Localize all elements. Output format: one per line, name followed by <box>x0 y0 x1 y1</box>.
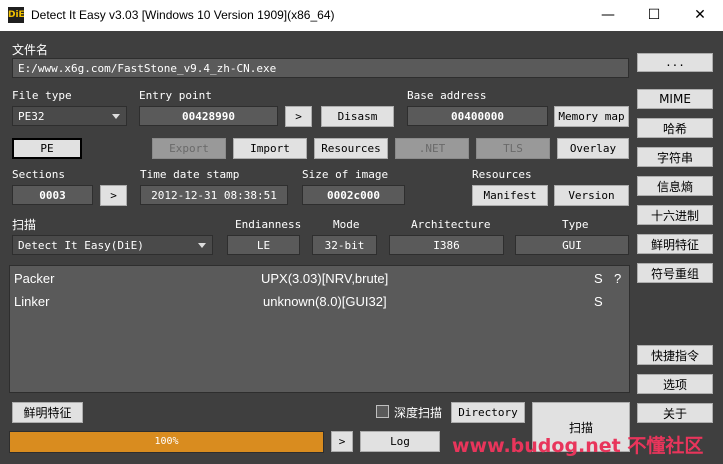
import-button[interactable]: Import <box>233 138 307 159</box>
endianness-field: LE <box>227 235 300 255</box>
base-address-field[interactable]: 00400000 <box>407 106 548 126</box>
hash-button[interactable]: 哈希 <box>637 118 713 138</box>
pe-button[interactable]: PE <box>12 138 82 159</box>
close-button[interactable]: ✕ <box>677 0 723 31</box>
disasm-button[interactable]: Disasm <box>321 106 394 127</box>
window-title: Detect It Easy v3.03 [Windows 10 Version… <box>31 8 335 22</box>
result-info[interactable]: ? <box>614 271 621 286</box>
entry-point-label: Entry point <box>139 89 212 102</box>
chevron-down-icon <box>198 243 206 248</box>
watermark-text: www.budog.net 不懂社区 <box>452 435 704 457</box>
endianness-label: Endianness <box>235 218 302 231</box>
file-type-select[interactable]: PE32 <box>12 106 127 126</box>
base-address-label: Base address <box>407 89 487 102</box>
file-path-field[interactable]: E:/www.x6g.com/FastStone_v9.4_zh-CN.exe <box>12 58 629 78</box>
deep-scan-label: 深度扫描 <box>394 406 443 420</box>
shortcuts-button[interactable]: 快捷指令 <box>637 345 713 365</box>
chevron-down-icon <box>112 114 120 119</box>
hex-button[interactable]: 十六进制 <box>637 205 713 225</box>
architecture-label: Architecture <box>411 218 491 231</box>
strings-button[interactable]: 字符串 <box>637 147 713 167</box>
result-value: UPX(3.03)[NRV,brute] <box>261 271 389 286</box>
entry-point-field[interactable]: 00428990 <box>139 106 278 126</box>
version-button[interactable]: Version <box>554 185 629 206</box>
size-of-image-field[interactable]: 0002c000 <box>302 185 405 205</box>
about-button[interactable]: 关于 <box>637 403 713 423</box>
time-date-stamp-field[interactable]: 2012-12-31 08:38:51 <box>140 185 288 205</box>
result-flag[interactable]: S <box>594 294 603 309</box>
dotnet-button[interactable]: .NET <box>395 138 469 159</box>
size-of-image-label: Size of image <box>302 168 389 181</box>
overlay-button[interactable]: Overlay <box>557 138 629 159</box>
directory-button[interactable]: Directory <box>451 402 525 423</box>
progress-next-button[interactable]: > <box>331 431 353 452</box>
resources-section-label: Resources <box>472 168 532 181</box>
file-type-value: PE32 <box>18 109 45 123</box>
sections-go-button[interactable]: > <box>100 185 127 206</box>
demangle-button[interactable]: 符号重组 <box>637 263 713 283</box>
signatures-button[interactable]: 鲜明特征 <box>637 234 713 254</box>
type-label: Type <box>562 218 589 231</box>
entropy-button[interactable]: 信息熵 <box>637 176 713 196</box>
scan-engine-value: Detect It Easy(DiE) <box>18 238 144 252</box>
tls-button[interactable]: TLS <box>476 138 550 159</box>
sections-field[interactable]: 0003 <box>12 185 93 205</box>
bottom-signatures-button[interactable]: 鲜明特征 <box>12 402 83 423</box>
entry-point-go-button[interactable]: > <box>285 106 312 127</box>
browse-button[interactable]: ... <box>637 53 713 72</box>
mime-button[interactable]: MIME <box>637 89 713 109</box>
manifest-button[interactable]: Manifest <box>472 185 548 206</box>
result-value: unknown(8.0)[GUI32] <box>263 294 387 309</box>
mode-label: Mode <box>333 218 360 231</box>
resources-button[interactable]: Resources <box>314 138 388 159</box>
scan-label: 扫描 <box>12 218 37 232</box>
type-field: GUI <box>515 235 629 255</box>
deep-scan-checkbox[interactable] <box>376 405 389 418</box>
architecture-field: I386 <box>389 235 504 255</box>
minimize-button[interactable]: — <box>585 0 631 31</box>
result-kind: Packer <box>14 271 55 286</box>
title-bar: DiE Detect It Easy v3.03 [Windows 10 Ver… <box>0 0 723 31</box>
scan-results-list[interactable]: Packer UPX(3.03)[NRV,brute] S ? Linker u… <box>9 265 630 393</box>
result-kind: Linker <box>14 294 50 309</box>
result-row[interactable]: Linker unknown(8.0)[GUI32] S <box>10 291 629 313</box>
result-flag[interactable]: S <box>594 271 603 286</box>
time-date-stamp-label: Time date stamp <box>140 168 240 181</box>
app-icon: DiE <box>8 7 25 23</box>
scan-engine-select[interactable]: Detect It Easy(DiE) <box>12 235 213 255</box>
memory-map-button[interactable]: Memory map <box>554 106 629 127</box>
file-type-label: File type <box>12 89 72 102</box>
maximize-button[interactable]: ☐ <box>631 0 677 31</box>
mode-field: 32-bit <box>312 235 377 255</box>
options-button[interactable]: 选项 <box>637 374 713 394</box>
progress-text: 100% <box>154 436 179 447</box>
sections-label: Sections <box>12 168 65 181</box>
file-name-label: 文件名 <box>12 43 49 57</box>
log-button[interactable]: Log <box>360 431 440 452</box>
scan-progress-bar: 100% <box>9 431 324 453</box>
export-button[interactable]: Export <box>152 138 226 159</box>
result-row[interactable]: Packer UPX(3.03)[NRV,brute] S ? <box>10 268 629 290</box>
